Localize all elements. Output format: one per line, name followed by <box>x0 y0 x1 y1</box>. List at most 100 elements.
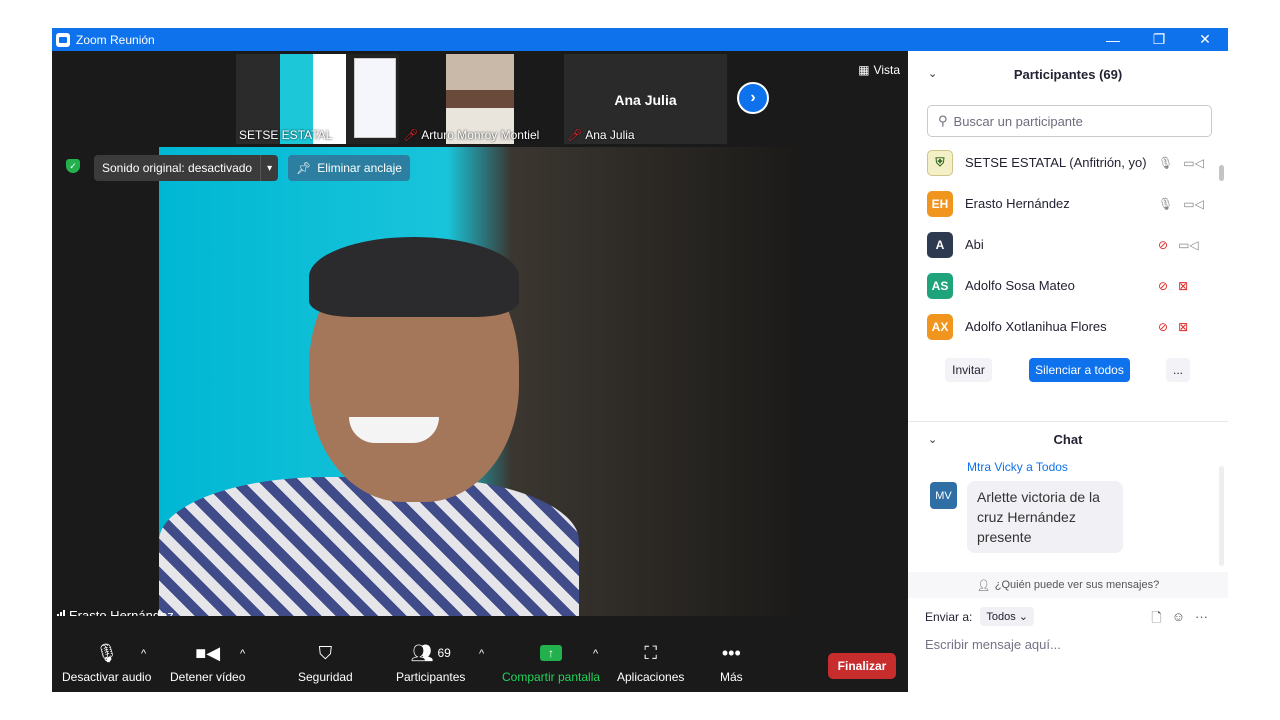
search-placeholder: Buscar un participante <box>953 113 1083 129</box>
unpin-label: Eliminar anclaje <box>317 161 402 175</box>
video-camera-off-icon[interactable]: ⊠ <box>1178 279 1188 293</box>
mute-audio-button[interactable]: 🎙︎ Desactivar audio <box>62 642 152 685</box>
participant-search-input[interactable]: ⚲ Buscar un participante <box>927 105 1212 137</box>
mute-audio-label: Desactivar audio <box>62 670 152 684</box>
unpin-button[interactable]: 📌︎ Eliminar anclaje <box>288 155 410 181</box>
participant-row[interactable]: ⛨ SETSE ESTATAL (Anfitrión, yo) 🎙︎ ▭◁ <box>908 142 1218 183</box>
microphone-icon[interactable]: 🎙︎ <box>1158 156 1173 170</box>
security-button[interactable]: ⛉ Seguridad <box>298 642 353 685</box>
thumb-name: SETSE ESTATAL <box>239 128 333 142</box>
video-options-caret-icon[interactable]: ^ <box>240 648 245 660</box>
video-area: SETSE ESTATAL 🎤︎ Arturo Monroy Montiel An… <box>52 51 908 692</box>
chat-message-input[interactable]: Escribir mensaje aquí... <box>925 637 1061 652</box>
view-button[interactable]: ▦ Vista <box>858 63 900 77</box>
participants-button[interactable]: 👥︎ 69 Participantes <box>396 642 466 685</box>
participants-caret-icon[interactable]: ^ <box>479 648 484 660</box>
avatar: MV <box>930 482 957 509</box>
thumbnail-setse[interactable]: SETSE ESTATAL <box>236 54 399 144</box>
video-camera-icon[interactable]: ▭◁ <box>1178 238 1199 252</box>
meeting-toolbar: 🎙︎ Desactivar audio ^ ■◀ Detener vídeo ^… <box>52 616 908 692</box>
stop-video-button[interactable]: ■◀ Detener vídeo <box>170 642 246 685</box>
microphone-muted-icon[interactable]: ⊘ <box>1158 320 1168 334</box>
zoom-window: Zoom Reunión — ❐ ✕ SETSE ESTATAL 🎤︎ Artur… <box>52 28 1228 692</box>
send-to-value: Todos <box>986 611 1016 623</box>
original-sound-toggle[interactable]: Sonido original: desactivado ▾ <box>94 155 279 181</box>
video-person-hair <box>309 237 519 317</box>
minimize-button[interactable]: — <box>1090 28 1136 51</box>
end-meeting-button[interactable]: Finalizar <box>828 653 896 679</box>
participant-list-scrollbar[interactable] <box>1219 165 1224 181</box>
chat-scrollbar[interactable] <box>1219 466 1224 566</box>
video-camera-icon[interactable]: ▭◁ <box>1183 197 1204 211</box>
who-can-see-label: ¿Quién puede ver sus mensajes? <box>994 579 1160 591</box>
mute-all-button[interactable]: Silenciar a todos <box>1029 358 1130 382</box>
participants-count: 69 <box>437 646 451 660</box>
participants-header: ⌄ Participantes (69) <box>908 51 1228 97</box>
share-screen-button[interactable]: ↑ Compartir pantalla <box>502 642 600 684</box>
chat-message: Arlette victoria de la cruz Hernández pr… <box>967 481 1123 553</box>
mic-muted-icon: 🎤︎ <box>567 128 583 142</box>
video-camera-icon[interactable]: ▭◁ <box>1183 156 1204 170</box>
send-to-label: Enviar a: <box>925 609 973 624</box>
chat-header: ⌄ Chat <box>908 423 1228 455</box>
thumb-center-name: Ana Julia <box>614 92 677 108</box>
emoji-icon[interactable]: ☺ <box>1172 609 1185 631</box>
chevron-down-icon: ⌄ <box>1018 611 1028 623</box>
participant-row[interactable]: AS Adolfo Sosa Mateo ⊘ ⊠ <box>908 265 1218 306</box>
chat-title: Chat <box>1053 431 1083 447</box>
emblem-avatar-icon: ⛨ <box>927 149 953 176</box>
more-options-button[interactable]: ... <box>1166 358 1190 382</box>
close-button[interactable]: ✕ <box>1182 28 1228 51</box>
participants-label: Participantes <box>396 670 466 684</box>
thumb-name: Ana Julia <box>585 128 635 142</box>
participant-row[interactable]: EH Erasto Hernández 🎙︎ ▭◁ <box>908 183 1218 224</box>
avatar: AS <box>927 272 953 299</box>
send-to-dropdown[interactable]: Todos ⌄ <box>980 607 1034 626</box>
audio-options-caret-icon[interactable]: ^ <box>141 648 146 660</box>
shield-icon: ⛉ <box>318 642 333 663</box>
participants-title: Participantes (69) <box>1013 66 1123 82</box>
mic-muted-icon: 🎤︎ <box>403 128 419 142</box>
participant-name: Adolfo Sosa Mateo <box>965 278 1075 293</box>
participant-name: Erasto Hernández <box>965 196 1070 211</box>
thumbnail-ana-julia[interactable]: Ana Julia 🎤︎ Ana Julia <box>564 54 727 144</box>
grid-icon: ▦ <box>858 63 870 77</box>
apps-label: Aplicaciones <box>617 670 685 684</box>
chevron-down-icon[interactable]: ⌄ <box>928 67 937 80</box>
video-camera-icon: ■◀ <box>195 642 221 663</box>
more-dots-icon[interactable]: ··· <box>1195 609 1208 631</box>
apps-button[interactable]: ⛶ Aplicaciones <box>617 642 685 685</box>
stop-video-label: Detener vídeo <box>170 670 246 684</box>
microphone-muted-icon[interactable]: ⊘ <box>1158 238 1168 252</box>
participants-icon: 👥︎ <box>410 642 434 663</box>
chevron-down-icon[interactable]: ⌄ <box>928 433 937 446</box>
chevron-down-icon[interactable]: ▾ <box>260 155 278 181</box>
participant-row[interactable]: AX Adolfo Xotlanihua Flores ⊘ ⊠ <box>908 306 1218 347</box>
thumbnail-arturo[interactable]: 🎤︎ Arturo Monroy Montiel <box>400 54 563 144</box>
zoom-logo-icon <box>56 32 70 47</box>
participant-row[interactable]: A Abi ⊘ ▭◁ <box>908 224 1218 265</box>
more-dots-icon: ••• <box>721 642 741 663</box>
thumb-name: Arturo Monroy Montiel <box>421 128 540 142</box>
title-bar: Zoom Reunión — ❐ ✕ <box>52 28 1228 51</box>
microphone-icon[interactable]: 🎙︎ <box>1158 197 1173 211</box>
video-camera-off-icon[interactable]: ⊠ <box>1178 320 1188 334</box>
participant-name: Adolfo Xotlanihua Flores <box>965 319 1107 334</box>
main-video <box>159 147 800 629</box>
side-panel: ⌄ Participantes (69) ⚲ Buscar un partici… <box>908 51 1228 692</box>
window-title: Zoom Reunión <box>76 32 155 47</box>
encryption-shield-icon[interactable]: ✓ <box>66 159 80 173</box>
chevron-right-icon[interactable]: › <box>737 82 769 114</box>
more-button[interactable]: ••• Más <box>720 642 743 685</box>
divider <box>908 421 1228 422</box>
microphone-icon: 🎙︎ <box>95 642 119 663</box>
invite-button[interactable]: Invitar <box>945 358 992 382</box>
thumbnail-document <box>354 58 396 138</box>
chat-sender[interactable]: Mtra Vicky a Todos <box>967 460 1068 474</box>
who-can-see-link[interactable]: 👤︎ ¿Quién puede ver sus mensajes? <box>908 572 1228 598</box>
share-screen-icon: ↑ <box>540 645 563 661</box>
microphone-muted-icon[interactable]: ⊘ <box>1158 279 1168 293</box>
share-options-caret-icon[interactable]: ^ <box>593 648 598 660</box>
file-icon[interactable]: 🗋 <box>1151 609 1161 631</box>
restore-button[interactable]: ❐ <box>1136 28 1182 51</box>
